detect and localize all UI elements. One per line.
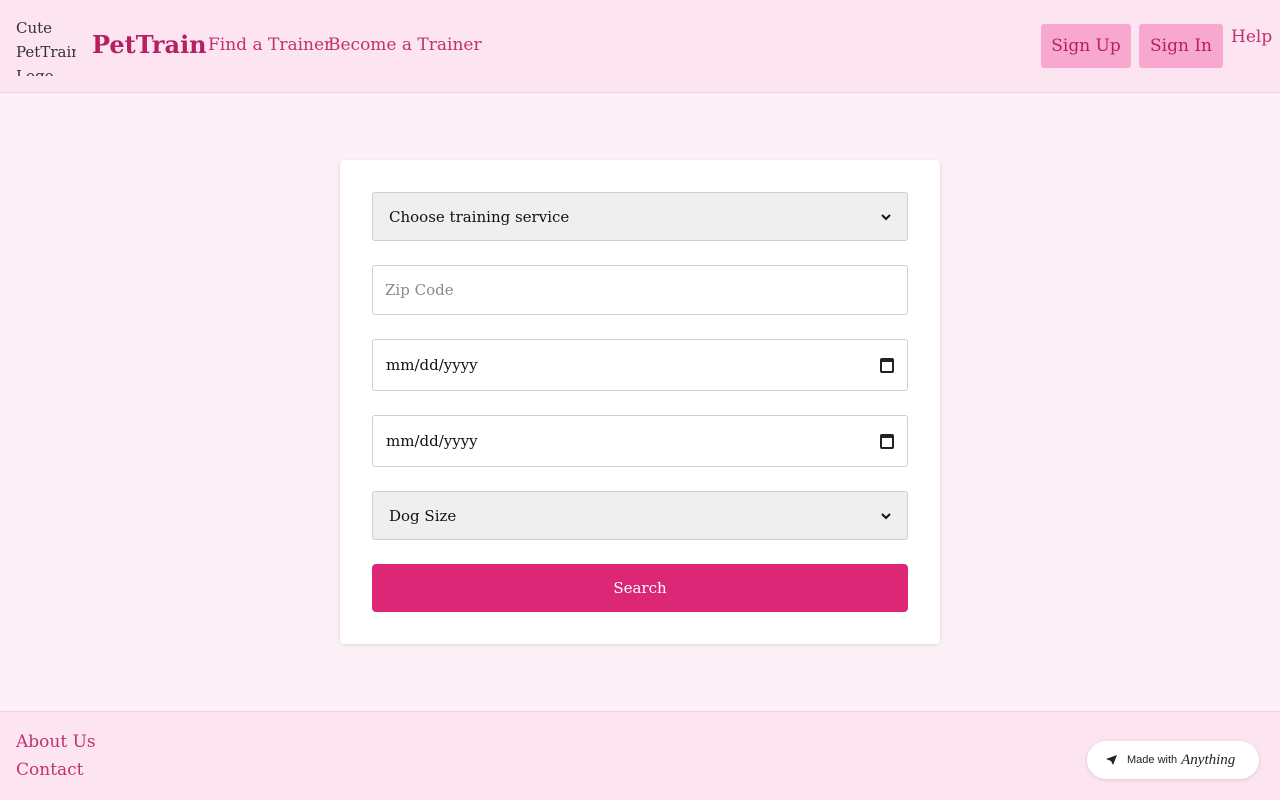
zip-code-input[interactable]: Zip Code bbox=[372, 265, 908, 315]
search-card: Choose training service Zip Code mm/dd/y… bbox=[340, 160, 940, 644]
nav-become-trainer[interactable]: Become a Trainer bbox=[328, 33, 482, 57]
chevron-down-icon bbox=[881, 512, 891, 519]
contact-link[interactable]: Contact bbox=[16, 758, 84, 782]
dog-size-value: Dog Size bbox=[389, 506, 457, 525]
start-date-input[interactable]: mm/dd/yyyy bbox=[372, 339, 908, 391]
anything-logo-icon bbox=[1106, 755, 1117, 765]
sign-in-button[interactable]: Sign In bbox=[1139, 24, 1223, 68]
calendar-icon[interactable] bbox=[880, 433, 894, 449]
brand-name[interactable]: PetTrain bbox=[92, 28, 207, 62]
chevron-down-icon bbox=[881, 213, 891, 220]
training-service-value: Choose training service bbox=[389, 207, 570, 226]
made-with-badge[interactable]: Made with Anything bbox=[1087, 741, 1259, 779]
nav-find-trainer[interactable]: Find a Trainer bbox=[208, 33, 332, 57]
end-date-value: mm/dd/yyyy bbox=[386, 432, 478, 450]
sign-up-button[interactable]: Sign Up bbox=[1041, 24, 1131, 68]
search-button[interactable]: Search bbox=[372, 564, 908, 612]
help-link[interactable]: Help bbox=[1231, 25, 1272, 49]
zip-code-placeholder: Zip Code bbox=[385, 281, 454, 299]
logo-image[interactable]: Cute PetTrain Logo bbox=[16, 16, 76, 76]
calendar-icon[interactable] bbox=[880, 357, 894, 373]
start-date-value: mm/dd/yyyy bbox=[386, 356, 478, 374]
end-date-input[interactable]: mm/dd/yyyy bbox=[372, 415, 908, 467]
training-service-select[interactable]: Choose training service bbox=[372, 192, 908, 241]
badge-prefix: Made with bbox=[1127, 754, 1178, 766]
badge-brand: Anything bbox=[1181, 751, 1236, 768]
site-header: Cute PetTrain Logo PetTrain Find a Train… bbox=[0, 0, 1280, 93]
about-us-link[interactable]: About Us bbox=[16, 730, 96, 754]
dog-size-select[interactable]: Dog Size bbox=[372, 491, 908, 540]
